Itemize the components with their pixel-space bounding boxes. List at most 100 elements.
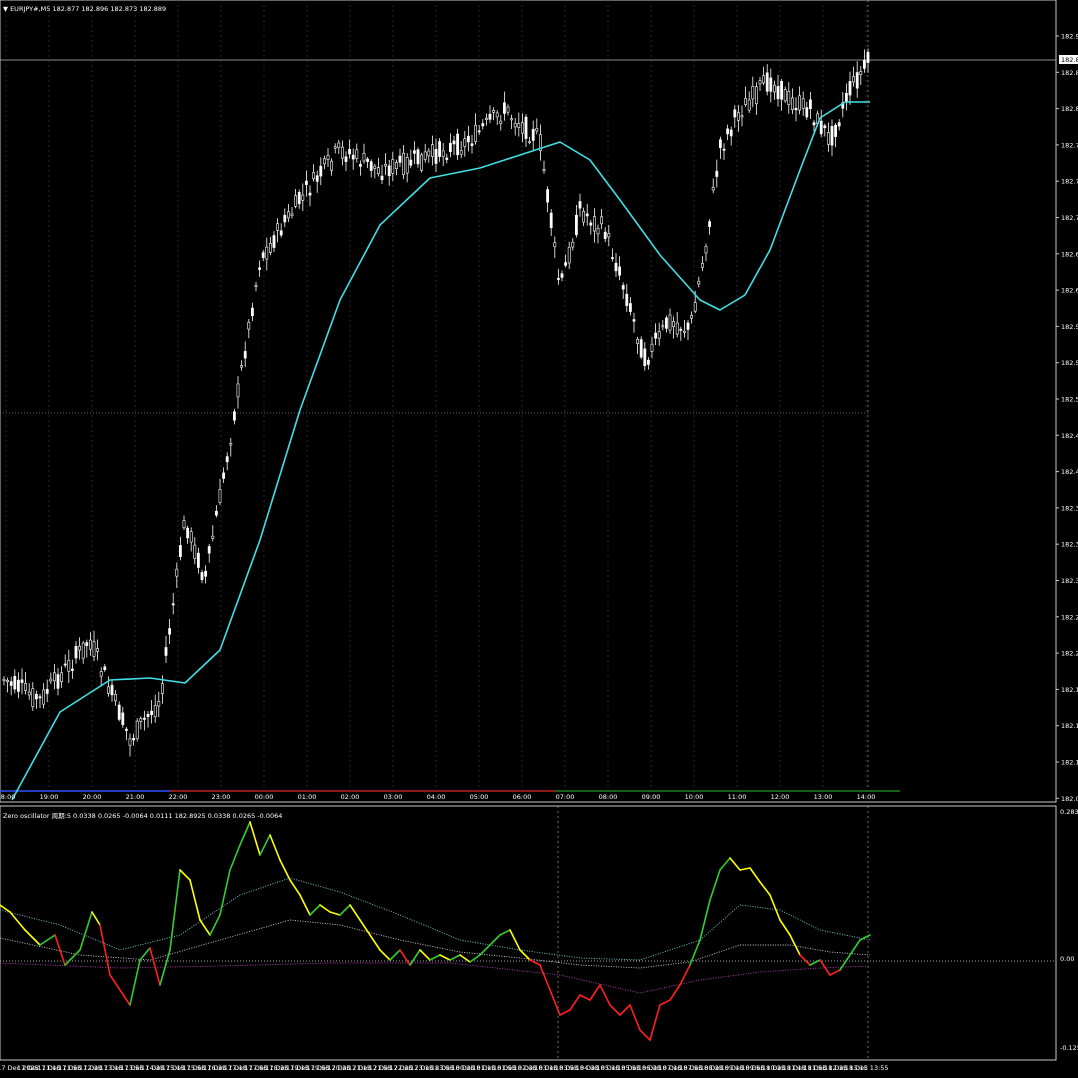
oscillator-segment — [759, 881, 771, 896]
candle — [110, 684, 114, 696]
candle — [546, 189, 550, 203]
candle — [34, 693, 38, 700]
candle — [531, 129, 535, 141]
candle — [175, 568, 179, 577]
oscillator-segment — [809, 959, 821, 966]
oscillator-segment — [479, 944, 491, 956]
candle — [434, 148, 438, 164]
candle — [456, 133, 460, 156]
price-axis-label: 182.115 — [1061, 759, 1078, 767]
candle — [675, 322, 679, 335]
candle — [171, 603, 175, 606]
oscillator-segment — [629, 1004, 641, 1031]
candle — [161, 683, 164, 694]
candle — [556, 278, 560, 280]
candle — [193, 544, 197, 559]
price-axis[interactable]: 182.915 182.875 182.835 182.795 182.755 182.7… — [1056, 33, 1078, 1053]
candle — [24, 683, 28, 691]
candle — [693, 302, 697, 312]
candle — [153, 705, 157, 717]
oscillator-segment — [349, 904, 361, 921]
candle — [405, 157, 409, 174]
osc-axis-label: 0.00 — [1060, 955, 1074, 963]
candle — [762, 75, 766, 84]
oscillator-segment — [799, 954, 811, 966]
candle — [229, 443, 233, 446]
candle — [448, 143, 452, 152]
date-label: 18 Dec 13:55 — [845, 1064, 889, 1072]
candle — [574, 214, 578, 236]
candle — [646, 359, 650, 365]
candle — [20, 679, 24, 683]
candle — [520, 122, 524, 134]
trading-chart[interactable]: 182.915 182.875 182.835 182.795 182.755 182.7… — [0, 0, 1078, 1078]
oscillator-segment — [209, 914, 221, 936]
candle — [589, 222, 593, 226]
osc-axis-label: -0.1257 — [1060, 1044, 1078, 1052]
candle — [445, 157, 449, 160]
candle — [567, 246, 571, 264]
moving-average — [11, 101, 870, 801]
candle — [582, 211, 586, 223]
oscillator-segment — [239, 821, 251, 846]
oscillator-segment — [589, 984, 601, 1001]
candle — [56, 674, 60, 689]
candle — [125, 728, 128, 731]
candle — [164, 647, 168, 656]
oscillator-segment — [149, 947, 161, 986]
candle — [351, 154, 355, 160]
candle — [398, 155, 402, 163]
candle — [9, 681, 13, 686]
candle — [679, 328, 683, 331]
candle — [690, 315, 694, 319]
candle — [513, 123, 517, 128]
candle — [754, 86, 758, 105]
candle — [801, 98, 805, 109]
candle — [391, 159, 395, 174]
candle — [139, 718, 143, 722]
candle — [636, 338, 640, 344]
candle — [340, 146, 344, 159]
candle — [715, 170, 719, 177]
candle — [89, 639, 92, 650]
candle — [373, 165, 377, 169]
candle — [463, 138, 467, 147]
hour-label: 19:00 — [40, 793, 59, 801]
candle — [614, 262, 618, 272]
candle — [200, 572, 204, 580]
hour-label: 05:00 — [470, 793, 489, 801]
price-axis-label: 182.515 — [1061, 396, 1078, 404]
hour-label: 18:00 — [0, 793, 15, 801]
candle — [682, 330, 686, 333]
candle — [711, 187, 715, 191]
candle — [578, 201, 582, 209]
oscillator-segment — [619, 1004, 631, 1016]
candle — [337, 142, 341, 149]
oscillator-segment — [609, 1004, 621, 1016]
oscillator-segment — [579, 994, 591, 1001]
candle — [2, 678, 6, 682]
candle — [420, 154, 424, 171]
candle — [38, 696, 42, 699]
signal-line-magenta — [0, 962, 871, 994]
time-axis[interactable]: 18:00 19:00 20:00 21:00 22:00 23:00 00:00 01:00… — [0, 793, 889, 1072]
candle — [272, 235, 276, 248]
candle — [657, 331, 661, 339]
candle — [233, 411, 236, 421]
candle — [146, 713, 150, 717]
candle — [736, 112, 740, 121]
oscillator-segment — [119, 989, 131, 1006]
candle — [718, 139, 722, 148]
candle — [283, 214, 287, 223]
candle — [862, 60, 866, 69]
candle — [222, 472, 226, 479]
candle — [481, 123, 485, 127]
price-axis-label: 182.435 — [1061, 468, 1078, 476]
oscillator-segment — [739, 867, 751, 871]
oscillator-segment — [129, 959, 141, 1006]
candle — [592, 216, 596, 232]
candle — [74, 646, 78, 659]
oscillator-segment — [669, 984, 681, 1001]
candle — [610, 257, 614, 259]
oscillator-segment — [199, 919, 211, 936]
